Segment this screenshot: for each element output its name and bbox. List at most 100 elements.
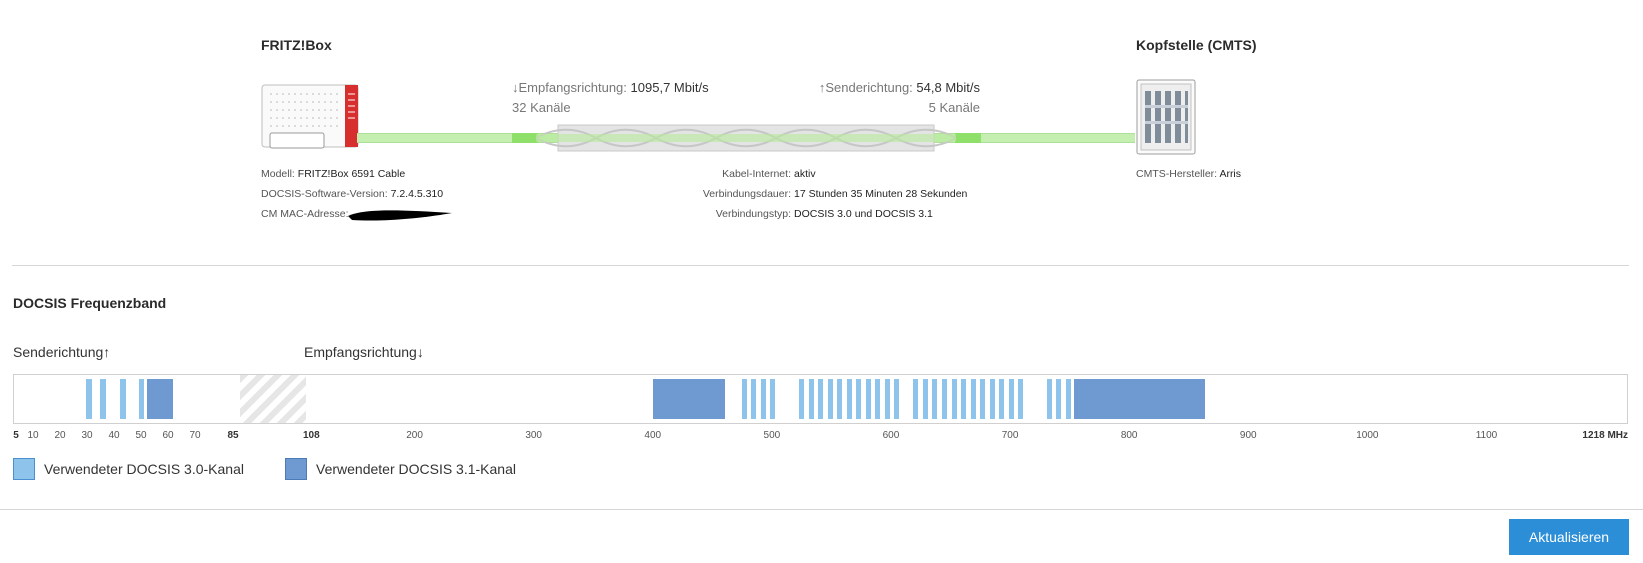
downstream-docsis30-channel: [922, 379, 928, 419]
legend-docsis31-label: Verwendeter DOCSIS 3.1-Kanal: [316, 461, 516, 477]
section-divider: [12, 265, 1629, 266]
cmts-vendor-label: CMTS-Hersteller:: [1136, 168, 1218, 180]
frequency-band-bar: [13, 374, 1628, 424]
tick-label: 800: [1120, 430, 1138, 441]
downstream-docsis30-channel: [827, 379, 833, 419]
tick-label: 200: [406, 430, 423, 441]
downstream-docsis30-channel: [741, 379, 747, 419]
downstream-docsis30-channel: [846, 379, 852, 419]
software-value: 7.2.4.5.310: [390, 188, 444, 200]
conn-type-value: DOCSIS 3.0 und DOCSIS 3.1: [794, 208, 933, 220]
tick-label: 1100: [1475, 430, 1498, 441]
upstream-channels: 5 Kanäle: [928, 100, 980, 115]
model-value: FRITZ!Box 6591 Cable: [297, 168, 406, 180]
cable-segment-left: [512, 133, 538, 143]
downstream-docsis30-channel: [913, 379, 919, 419]
downstream-docsis30-channel: [818, 379, 824, 419]
redaction-mark: [348, 210, 452, 221]
software-info: DOCSIS-Software-Version: 7.2.4.5.310: [261, 188, 443, 200]
cable-segment-right: [955, 133, 981, 143]
downstream-label: ↓Empfangsrichtung:: [512, 80, 627, 95]
tick-label: 300: [525, 430, 542, 441]
tick-label: 700: [1001, 430, 1019, 441]
upstream-docsis30-channel: [86, 379, 92, 419]
tick-label: 50: [135, 430, 147, 441]
band-title: DOCSIS Frequenzband: [13, 295, 167, 311]
model-label: Modell:: [261, 168, 295, 180]
duration-value: 17 Stunden 35 Minuten 28 Sekunden: [794, 188, 967, 200]
downstream-docsis30-channel: [941, 379, 947, 419]
cmts-server-icon: [1136, 79, 1196, 155]
conn-type-info: Verbindungstyp:: [716, 208, 791, 220]
tick-label: 600: [882, 430, 900, 441]
cable-internet-info: Kabel-Internet:: [722, 168, 791, 180]
tick-label: 10: [27, 430, 39, 441]
legend-docsis30-swatch: [13, 458, 35, 480]
fritzbox-device-icon: [261, 84, 359, 149]
cable-internet-label: Kabel-Internet:: [722, 168, 791, 180]
refresh-button[interactable]: Aktualisieren: [1509, 519, 1629, 555]
downstream-docsis30-channel: [980, 379, 986, 419]
legend-docsis30-label: Verwendeter DOCSIS 3.0-Kanal: [44, 461, 244, 477]
software-label: DOCSIS-Software-Version:: [261, 188, 388, 200]
model-info: Modell: FRITZ!Box 6591 Cable: [261, 168, 405, 180]
downstream-docsis30-channel: [865, 379, 871, 419]
tick-label: 85: [227, 430, 239, 441]
footer-divider: [0, 509, 1643, 510]
upstream-band-label: Senderichtung↑: [13, 344, 111, 360]
tick-label: 1000: [1356, 430, 1379, 441]
tick-label: 70: [189, 430, 201, 441]
downstream-docsis30-channel: [875, 379, 881, 419]
downstream-docsis30-channel: [1018, 379, 1024, 419]
downstream-docsis30-channel: [1008, 379, 1014, 419]
legend-docsis31-swatch: [285, 458, 307, 480]
tick-label: 30: [81, 430, 93, 441]
downstream-docsis30-channel: [951, 379, 957, 419]
mac-info: CM MAC-Adresse:: [261, 208, 349, 220]
cmts-vendor-value: Arris: [1219, 168, 1242, 180]
downstream-docsis31-channel: [652, 379, 726, 419]
downstream-docsis30-channel: [999, 379, 1005, 419]
cmts-title: Kopfstelle (CMTS): [1136, 37, 1257, 53]
downstream-docsis30-channel: [961, 379, 967, 419]
duration-label: Verbindungsdauer:: [702, 188, 791, 200]
tick-label: 5: [13, 430, 19, 441]
downstream-docsis30-channel: [799, 379, 805, 419]
upstream-docsis31-channel: [146, 379, 174, 419]
downstream-docsis30-channel: [932, 379, 938, 419]
tick-label: 20: [54, 430, 66, 441]
duration-info: Verbindungsdauer:: [703, 188, 791, 200]
downstream-docsis30-channel: [1056, 379, 1062, 419]
conn-type-label: Verbindungstyp:: [715, 208, 791, 220]
tick-label: 60: [162, 430, 174, 441]
downstream-docsis31-channel: [1074, 379, 1206, 419]
downstream-docsis30-channel: [808, 379, 814, 419]
downstream-docsis30-channel: [970, 379, 976, 419]
cable-internet-value: aktiv: [794, 168, 816, 180]
downstream-rate-value: 1095,7 Mbit/s: [630, 80, 709, 95]
upstream-docsis30-channel: [100, 379, 106, 419]
downstream-docsis30-channel: [770, 379, 776, 419]
mac-label: CM MAC-Adresse:: [261, 208, 349, 220]
tick-label: 1218 MHz: [1582, 430, 1628, 441]
downstream-docsis30-channel: [884, 379, 890, 419]
upstream-docsis30-channel: [120, 379, 126, 419]
downstream-band-label: Empfangsrichtung↓: [304, 344, 424, 360]
cmts-vendor-info: CMTS-Hersteller: Arris: [1136, 168, 1241, 180]
duration-value-text: 17 Stunden 35 Minuten 28 Sekunden: [794, 188, 968, 200]
downstream-docsis30-channel: [856, 379, 862, 419]
fritzbox-title: FRITZ!Box: [261, 37, 332, 53]
downstream-rate: ↓Empfangsrichtung: 1095,7 Mbit/s: [512, 80, 709, 95]
guard-band-hatch: [240, 375, 306, 423]
downstream-docsis30-channel: [1046, 379, 1052, 419]
downstream-docsis30-channel: [989, 379, 995, 419]
downstream-docsis30-channel: [760, 379, 766, 419]
downstream-docsis30-channel: [1065, 379, 1071, 419]
upstream-label: ↑Senderichtung:: [818, 80, 913, 95]
tick-label: 108: [303, 430, 320, 441]
cable-internet-value-text: aktiv: [794, 168, 816, 180]
upstream-docsis30-channel: [139, 379, 145, 419]
tick-label: 400: [644, 430, 662, 441]
tick-label: 500: [763, 430, 781, 441]
downstream-docsis30-channel: [751, 379, 757, 419]
